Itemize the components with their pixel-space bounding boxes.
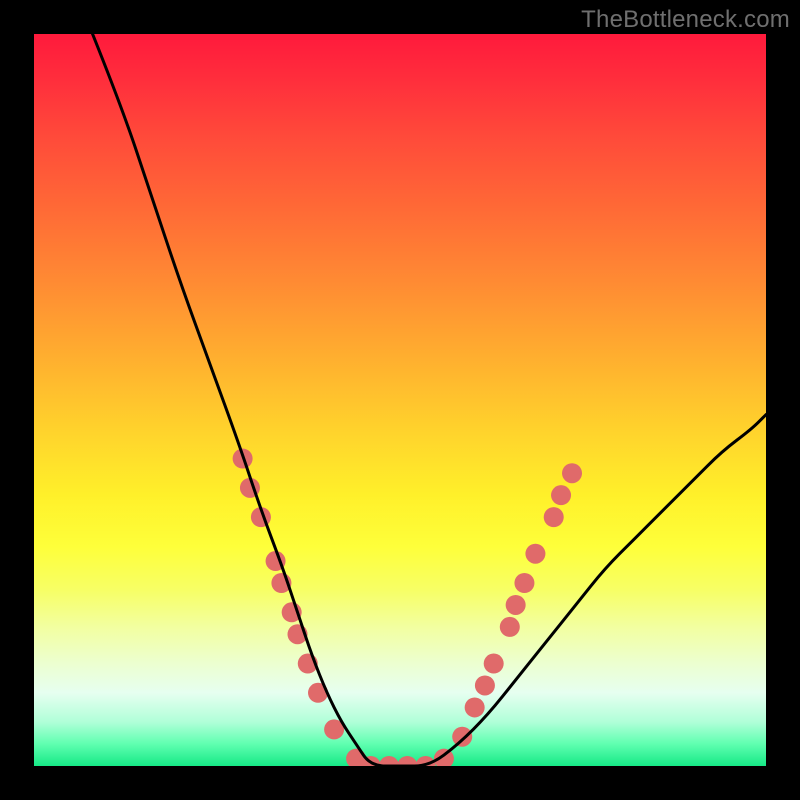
highlight-marker bbox=[484, 654, 504, 674]
chart-svg bbox=[34, 34, 766, 766]
plot-area bbox=[34, 34, 766, 766]
highlight-marker bbox=[544, 507, 564, 527]
highlight-marker bbox=[562, 463, 582, 483]
highlight-marker bbox=[551, 485, 571, 505]
marker-layer bbox=[233, 449, 582, 766]
bottleneck-curve bbox=[93, 34, 766, 766]
highlight-marker bbox=[475, 675, 495, 695]
highlight-marker bbox=[514, 573, 534, 593]
highlight-marker bbox=[452, 727, 472, 747]
highlight-marker bbox=[506, 595, 526, 615]
chart-frame: TheBottleneck.com bbox=[0, 0, 800, 800]
highlight-marker bbox=[465, 697, 485, 717]
watermark-text: TheBottleneck.com bbox=[581, 6, 790, 34]
highlight-marker bbox=[500, 617, 520, 637]
highlight-marker bbox=[525, 544, 545, 564]
